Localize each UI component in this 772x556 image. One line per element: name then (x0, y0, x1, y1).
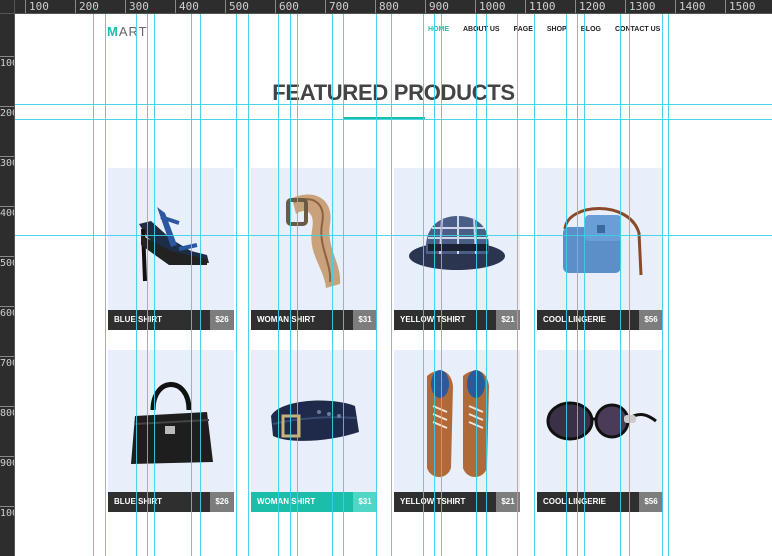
product-name: BLUE SHIRT (108, 310, 210, 330)
ruler-label: 1300 (625, 0, 656, 13)
ruler-label: 400 (0, 206, 14, 219)
sunglasses-icon (537, 350, 663, 492)
product-info-bar: BLUE SHIRT $26 (108, 492, 234, 512)
vertical-ruler: 100 200 300 400 500 600 700 800 900 1000 (0, 14, 15, 556)
product-card[interactable]: YELLOW TSHIRT $21 (394, 168, 520, 330)
product-name: YELLOW TSHIRT (394, 492, 496, 512)
product-info-bar: WOMAN SHIRT $31 (251, 492, 377, 512)
product-info-bar: YELLOW TSHIRT $21 (394, 492, 520, 512)
ruler-label: 900 (425, 0, 449, 13)
ruler-label: 100 (25, 0, 49, 13)
product-card[interactable]: COOL LINGERIE $56 (537, 168, 663, 330)
leather-belt-icon (251, 168, 377, 310)
product-price: $26 (210, 310, 234, 330)
ruler-label: 300 (125, 0, 149, 13)
section-title: FEATURED PRODUCTS (272, 80, 515, 105)
logo-letter: M (107, 24, 119, 39)
nav-blog[interactable]: BLOG (581, 26, 601, 33)
ruler-label: 700 (325, 0, 349, 13)
title-underline (343, 117, 425, 119)
ruler-label: 1200 (575, 0, 606, 13)
nav-home[interactable]: HOME (428, 26, 449, 33)
product-price: $56 (639, 492, 663, 512)
ruler-corner (0, 0, 15, 14)
ruler-label: 1100 (525, 0, 556, 13)
product-info-bar: BLUE SHIRT $26 (108, 310, 234, 330)
ruler-label: 700 (0, 356, 14, 369)
ruler-label: 300 (0, 156, 14, 169)
product-info-bar: YELLOW TSHIRT $21 (394, 310, 520, 330)
horizontal-ruler: 100 200 300 400 500 600 700 800 900 1000… (0, 0, 772, 14)
product-grid: BLUE SHIRT $26 WOMAN SHIRT $31 YELLOW TS… (108, 168, 663, 512)
ruler-label: 1000 (475, 0, 506, 13)
product-price: $26 (210, 492, 234, 512)
nav-page[interactable]: PAGE (514, 26, 533, 33)
ruler-label: 1400 (675, 0, 706, 13)
product-price: $21 (496, 492, 520, 512)
nav-shop[interactable]: SHOP (547, 26, 567, 33)
product-name: BLUE SHIRT (108, 492, 210, 512)
ruler-label: 600 (275, 0, 299, 13)
product-name: WOMAN SHIRT (251, 492, 353, 512)
ruler-label: 100 (0, 56, 14, 69)
shoulder-bag-icon (537, 168, 663, 310)
product-name: WOMAN SHIRT (251, 310, 353, 330)
main-nav: HOME ABOUT US PAGE SHOP BLOG CONTACT US (428, 26, 674, 33)
handbag-icon (108, 350, 234, 492)
high-heel-sandal-icon (108, 168, 234, 310)
product-card[interactable]: COOL LINGERIE $56 (537, 350, 663, 512)
ruler-label: 500 (225, 0, 249, 13)
ruler-label: 400 (175, 0, 199, 13)
ruler-label: 1000 (0, 506, 14, 519)
ruler-label: 1500 (725, 0, 756, 13)
product-card[interactable]: BLUE SHIRT $26 (108, 350, 234, 512)
product-card[interactable]: BLUE SHIRT $26 (108, 168, 234, 330)
product-card[interactable]: WOMAN SHIRT $31 (251, 168, 377, 330)
product-info-bar: COOL LINGERIE $56 (537, 492, 663, 512)
design-canvas: MART HOME ABOUT US PAGE SHOP BLOG CONTAC… (15, 14, 772, 556)
product-price: $31 (353, 492, 377, 512)
product-name: COOL LINGERIE (537, 310, 639, 330)
ruler-label: 800 (375, 0, 399, 13)
ruler-label: 600 (0, 306, 14, 319)
product-price: $21 (496, 310, 520, 330)
site-logo[interactable]: MART (107, 24, 148, 39)
product-card[interactable]: WOMAN SHIRT $31 (251, 350, 377, 512)
product-name: YELLOW TSHIRT (394, 310, 496, 330)
ruler-label: 800 (0, 406, 14, 419)
product-info-bar: COOL LINGERIE $56 (537, 310, 663, 330)
product-name: COOL LINGERIE (537, 492, 639, 512)
nav-contact-us[interactable]: CONTACT US (615, 26, 660, 33)
ruler-label: 900 (0, 456, 14, 469)
product-price: $56 (639, 310, 663, 330)
logo-text: ART (118, 24, 148, 39)
product-card[interactable]: YELLOW TSHIRT $21 (394, 350, 520, 512)
ruler-label: 200 (0, 106, 14, 119)
nav-about-us[interactable]: ABOUT US (463, 26, 500, 33)
ruler-label: 500 (0, 256, 14, 269)
product-info-bar: WOMAN SHIRT $31 (251, 310, 377, 330)
fedora-hat-icon (394, 168, 520, 310)
woven-belt-icon (251, 350, 377, 492)
oxford-shoes-icon (394, 350, 520, 492)
ruler-label: 200 (75, 0, 99, 13)
product-price: $31 (353, 310, 377, 330)
